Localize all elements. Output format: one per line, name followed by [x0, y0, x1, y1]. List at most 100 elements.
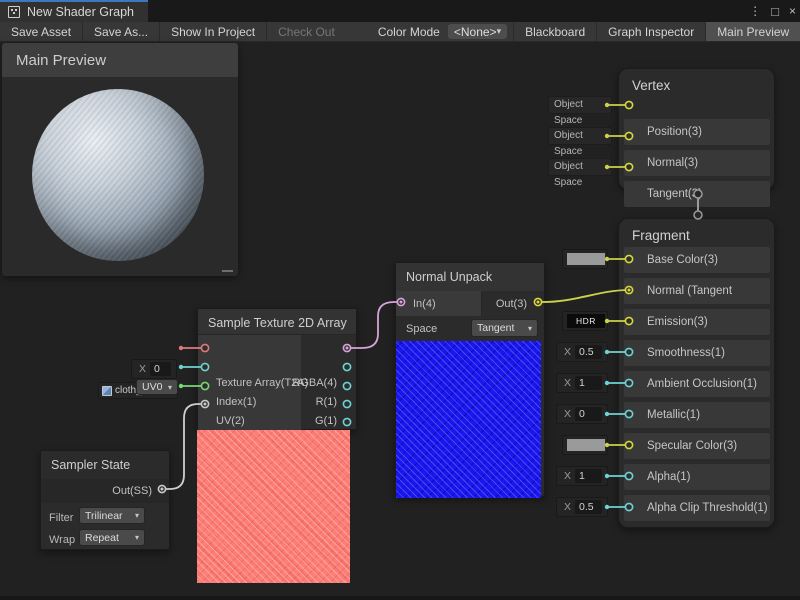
input-index[interactable]: Index(1) [216, 394, 256, 410]
x-axis-label: X [139, 363, 146, 375]
vertex-context-node[interactable]: Vertex Position(3) Normal(3) Tangent(3) [618, 68, 775, 190]
wrap-value: Repeat [85, 532, 119, 544]
fragment-port-alpha[interactable]: Alpha(1) [624, 464, 770, 490]
output-g[interactable]: G(1) [315, 413, 337, 429]
binding-badge-object-space[interactable]: Object Space [548, 127, 612, 145]
metallic-input[interactable]: X 0 [556, 404, 608, 424]
show-in-project-button[interactable]: Show In Project [160, 22, 267, 41]
ambient-occlusion-input[interactable]: X 1 [556, 373, 608, 393]
vertex-port-position[interactable]: Position(3) [624, 119, 770, 145]
shader-graph-icon [8, 6, 20, 18]
tab-title: New Shader Graph [27, 5, 134, 19]
fragment-node-title: Fragment [632, 228, 690, 243]
toolbar: Save Asset Save As... Show In Project Ch… [0, 22, 800, 42]
normal-unpack-title: Normal Unpack [406, 270, 492, 284]
x-axis-label: X [564, 408, 571, 420]
ambient-occlusion-value[interactable]: 1 [575, 376, 602, 390]
fragment-port-emission[interactable]: Emission(3) [624, 309, 770, 335]
alpha-clip-threshold-value[interactable]: 0.5 [575, 500, 602, 514]
x-axis-label: X [564, 501, 571, 513]
input-in4[interactable]: In(4) [413, 296, 436, 312]
fragment-port-alpha-clip[interactable]: Alpha Clip Threshold(1) [624, 495, 770, 521]
sample-texture-node-title: Sample Texture 2D Array [208, 316, 347, 330]
metallic-value[interactable]: 0 [575, 407, 602, 421]
space-value: Tangent [477, 322, 514, 334]
alpha-value[interactable]: 1 [575, 469, 602, 483]
uv-channel-dropdown[interactable]: UV0 ▾ [136, 379, 178, 395]
vertex-port-tangent[interactable]: Tangent(3) [624, 181, 770, 207]
index-input[interactable]: X 0 [131, 359, 177, 379]
alpha-input[interactable]: X 1 [556, 466, 608, 486]
alpha-clip-threshold-input[interactable]: X 0.5 [556, 497, 608, 517]
chevron-down-icon: ▾ [497, 26, 502, 37]
space-label: Space [406, 321, 437, 337]
uv-channel-value: UV0 [142, 381, 162, 393]
hdr-badge: HDR [567, 314, 605, 328]
fragment-port-ambient-occlusion[interactable]: Ambient Occlusion(1) [624, 371, 770, 397]
chevron-down-icon: ▾ [528, 324, 532, 333]
color-mode-value: <None> [454, 25, 497, 39]
node-input-section [396, 291, 482, 316]
emission-hdr-field[interactable]: HDR [562, 311, 608, 331]
preview-sphere [32, 89, 204, 261]
panel-resize-handle[interactable] [222, 270, 233, 272]
save-as-button[interactable]: Save As... [83, 22, 160, 41]
fragment-port-normal[interactable]: Normal (Tangent Space)(3) [624, 278, 770, 304]
chevron-down-icon: ▾ [135, 511, 139, 520]
chevron-down-icon: ▾ [168, 383, 172, 392]
main-preview-header[interactable]: Main Preview [2, 43, 238, 77]
title-bar: New Shader Graph ⋮ □ × [0, 0, 800, 22]
color-swatch [567, 439, 605, 451]
close-icon[interactable]: × [789, 4, 796, 18]
specular-color-swatch[interactable] [562, 435, 608, 455]
normal-unpack-node[interactable]: Normal Unpack In(4) Out(3) Space Tangent… [395, 262, 545, 497]
input-uv[interactable]: UV(2) [216, 413, 245, 429]
binding-badge-object-space[interactable]: Object Space [548, 96, 612, 114]
smoothness-value[interactable]: 0.5 [575, 345, 602, 359]
output-rgba[interactable]: RGBA(4) [292, 375, 337, 391]
filter-dropdown[interactable]: Trilinear ▾ [79, 507, 145, 524]
fragment-port-base-color[interactable]: Base Color(3) [624, 247, 770, 273]
x-axis-label: X [564, 377, 571, 389]
output-r[interactable]: R(1) [316, 394, 337, 410]
graph-bottom-edge [0, 596, 800, 600]
save-asset-button[interactable]: Save Asset [0, 22, 83, 41]
graph-canvas[interactable]: Main Preview Vertex Position(3) Normal(3… [0, 42, 800, 600]
sampler-state-node[interactable]: Sampler State Out(SS) Filter Trilinear ▾… [40, 450, 170, 550]
maximize-icon[interactable]: □ [771, 4, 779, 19]
output-sampler-state[interactable]: Out(SS) [112, 483, 152, 499]
chevron-down-icon: ▾ [135, 533, 139, 542]
main-preview-toggle-button[interactable]: Main Preview [706, 22, 800, 41]
sampler-state-title: Sampler State [51, 458, 130, 472]
main-preview-title: Main Preview [16, 52, 106, 69]
texture-asset-icon [102, 386, 112, 396]
fragment-port-smoothness[interactable]: Smoothness(1) [624, 340, 770, 366]
base-color-swatch[interactable] [562, 249, 608, 269]
space-dropdown[interactable]: Tangent ▾ [471, 319, 538, 337]
fragment-context-node[interactable]: Fragment Base Color(3) Normal (Tangent S… [618, 218, 775, 528]
blackboard-toggle-button[interactable]: Blackboard [513, 22, 597, 41]
smoothness-input[interactable]: X 0.5 [556, 342, 608, 362]
tab-new-shader-graph[interactable]: New Shader Graph [0, 0, 148, 22]
vertex-node-title: Vertex [632, 78, 670, 93]
vertex-port-normal[interactable]: Normal(3) [624, 150, 770, 176]
fragment-port-metallic[interactable]: Metallic(1) [624, 402, 770, 428]
sample-texture-2d-array-node[interactable]: Sample Texture 2D Array Texture Array(T2… [197, 308, 357, 430]
index-value[interactable]: 0 [150, 362, 171, 376]
wrap-label: Wrap [49, 532, 75, 548]
color-mode-label: Color Mode [346, 22, 448, 41]
filter-value: Trilinear [85, 510, 123, 522]
main-preview-viewport[interactable] [2, 77, 238, 276]
fragment-port-specular-color[interactable]: Specular Color(3) [624, 433, 770, 459]
main-preview-panel: Main Preview [2, 43, 238, 276]
graph-inspector-toggle-button[interactable]: Graph Inspector [597, 22, 706, 41]
window-controls: ⋮ □ × [749, 0, 796, 22]
x-axis-label: X [564, 346, 571, 358]
binding-badge-object-space[interactable]: Object Space [548, 158, 612, 176]
color-swatch [567, 253, 605, 265]
color-mode-dropdown[interactable]: <None> ▾ [448, 24, 507, 39]
output-out3[interactable]: Out(3) [496, 296, 527, 312]
check-out-button: Check Out [267, 22, 346, 41]
wrap-dropdown[interactable]: Repeat ▾ [79, 529, 145, 546]
menu-icon[interactable]: ⋮ [749, 4, 761, 18]
